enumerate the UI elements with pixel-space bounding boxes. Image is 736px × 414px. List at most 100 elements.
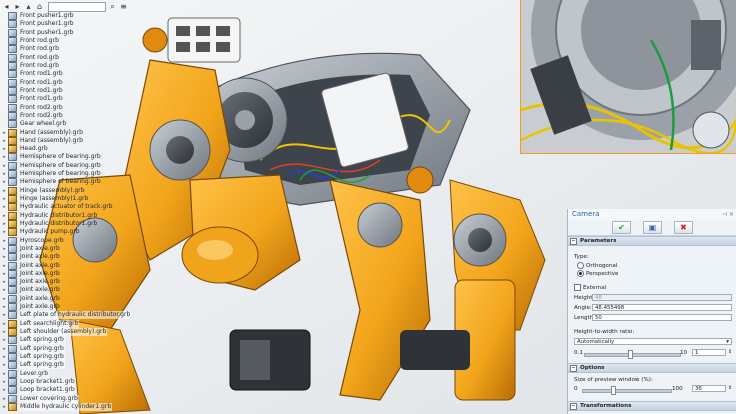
pin-icon[interactable]: ⊣ (722, 209, 727, 220)
tree-item[interactable]: Front rod2.grb (1, 111, 141, 120)
expand-icon[interactable]: ▸ (1, 353, 8, 361)
expand-icon[interactable]: ▸ (1, 153, 8, 161)
spinner-icon[interactable]: ⇕ (728, 349, 732, 355)
expand-icon[interactable]: ▸ (1, 345, 8, 353)
tree-item[interactable]: ▸ Hinge (assembly)1.grb (1, 195, 141, 204)
back-icon[interactable]: ◂ (2, 2, 11, 11)
home-icon[interactable]: ⌂ (35, 2, 44, 11)
tree-item[interactable]: ▸ Loop bracket1.grb (1, 386, 141, 395)
tree-item[interactable]: ▸ Left plate of hydraulic distributor.grb (1, 311, 141, 320)
tree-item[interactable]: ▸ Head.grb (1, 145, 141, 154)
tree-item[interactable]: Front pusher1.grb (1, 28, 141, 37)
tree-item[interactable]: ▸ Joint axle.grb (1, 278, 141, 287)
preview-button[interactable]: ▣ (643, 221, 662, 234)
ok-button[interactable]: ✔ (612, 221, 631, 234)
tree-item[interactable]: ▸ Hemisphere of bearing.grb (1, 153, 141, 162)
expand-icon[interactable]: ▸ (1, 178, 8, 186)
tree-item[interactable]: Front pusher1.grb (1, 20, 141, 29)
expand-icon[interactable]: ▸ (1, 286, 8, 294)
tree-item[interactable]: ▸ Hydraulic distributor1.grb (1, 211, 141, 220)
orthogonal-radio[interactable]: Orthogonal (577, 262, 617, 269)
tree-item[interactable]: Front pusher1.grb (1, 12, 141, 21)
tree-item[interactable]: ▸ Joint axle.grb (1, 294, 141, 303)
settings-icon[interactable]: ≡ (119, 2, 128, 11)
expand-icon[interactable]: ▸ (1, 129, 8, 137)
section-transformations[interactable]: − Transformations (568, 401, 736, 411)
close-icon[interactable]: × (729, 209, 734, 220)
size-slider[interactable] (582, 389, 672, 393)
tree-item[interactable]: Front rod1.grb (1, 78, 141, 87)
tree-item[interactable]: ▸ Lever.grb (1, 369, 141, 378)
expand-icon[interactable]: ▸ (1, 395, 8, 403)
tree-item[interactable]: Front rod.grb (1, 37, 141, 46)
tree-item[interactable]: ▸ Middle hydraulic cylinder1.grb (1, 402, 141, 411)
tree-item[interactable]: ▸ Joint axle.grb (1, 303, 141, 312)
tree-item[interactable]: Front rod2.grb (1, 103, 141, 112)
tree-item[interactable]: ▸ Left spring.grb (1, 344, 141, 353)
expand-icon[interactable]: ▸ (1, 320, 8, 328)
angle-field[interactable]: 48.455498 (592, 304, 732, 311)
tree-item[interactable]: ▸ Left spring.grb (1, 352, 141, 361)
tree-item[interactable]: ▸ Left spring.grb (1, 336, 141, 345)
tree-item[interactable]: ▸ Hand (assembly).grb (1, 128, 141, 137)
expand-icon[interactable]: ▸ (1, 195, 8, 203)
expand-icon[interactable]: ▸ (1, 203, 8, 211)
tree-item[interactable]: ▸ Hemisphere of bearing.grb (1, 178, 141, 187)
tree-item[interactable]: ▸ Left shoulder (assembly).grb (1, 328, 141, 337)
tree-item[interactable]: ▸ Joint axle.grb (1, 253, 141, 262)
external-checkbox[interactable]: External (574, 284, 606, 291)
detail-view[interactable] (520, 0, 736, 154)
height-field[interactable]: 48 (592, 294, 732, 301)
tree-item[interactable]: ▸ Left searchlight.grb (1, 319, 141, 328)
up-icon[interactable]: ▴ (24, 2, 33, 11)
size-field[interactable]: 36 (692, 385, 726, 392)
length-field[interactable]: 50 (592, 314, 732, 321)
expand-icon[interactable]: ▸ (1, 220, 8, 228)
tree-item[interactable]: ▸ Joint axle.grb (1, 286, 141, 295)
expand-icon[interactable]: ▸ (1, 378, 8, 386)
tree-item[interactable]: ▸ Hydraulic actuator of track.grb (1, 203, 141, 212)
expand-icon[interactable]: ▸ (1, 295, 8, 303)
expand-icon[interactable]: ▸ (1, 212, 8, 220)
tree-item[interactable]: Front rod.grb (1, 53, 141, 62)
tree-item[interactable]: ▸ Hydraulic distributor1.grb (1, 219, 141, 228)
expand-icon[interactable]: ▸ (1, 336, 8, 344)
tree-item[interactable]: ▸ Joint axle.grb (1, 244, 141, 253)
ratio-select[interactable]: Automatically ▾ (574, 338, 732, 345)
expand-icon[interactable]: ▸ (1, 170, 8, 178)
tree-item[interactable]: Front rod1.grb (1, 95, 141, 104)
expand-icon[interactable]: ▸ (1, 253, 8, 261)
expand-icon[interactable]: ▸ (1, 303, 8, 311)
tree-item[interactable]: ▸ Hydraulic pump.grb (1, 228, 141, 237)
tree-item[interactable]: ▸ Joint axle.grb (1, 269, 141, 278)
tree-item[interactable]: Front rod.grb (1, 62, 141, 71)
expand-icon[interactable]: ▸ (1, 278, 8, 286)
tree-item[interactable]: ▸ Hinge (assembly).grb (1, 186, 141, 195)
expand-icon[interactable]: ▸ (1, 403, 8, 411)
expand-icon[interactable]: ▸ (1, 311, 8, 319)
tree-item[interactable]: ▸ Hyroscope.grb (1, 236, 141, 245)
expand-icon[interactable]: ▸ (1, 162, 8, 170)
expand-icon[interactable]: ▸ (1, 262, 8, 270)
expand-icon[interactable]: ▸ (1, 361, 8, 369)
search-icon[interactable]: ⌕ (108, 2, 117, 11)
tree-filter-dropdown[interactable] (48, 1, 106, 12)
tree-item[interactable]: ▸ Loop bracket1.grb (1, 377, 141, 386)
spinner-icon[interactable]: ⇕ (728, 385, 732, 391)
cancel-button[interactable]: ✖ (674, 221, 693, 234)
forward-icon[interactable]: ▸ (13, 2, 22, 11)
perspective-radio[interactable]: Perspective (577, 270, 618, 277)
tree-item[interactable]: Gear wheel.grb (1, 120, 141, 129)
section-options[interactable]: − Options (568, 363, 736, 373)
tree-item[interactable]: ▸ Left spring.grb (1, 361, 141, 370)
tree-item[interactable]: ▸ Joint axle.grb (1, 261, 141, 270)
ratio-slider-thumb[interactable] (628, 350, 633, 359)
expand-icon[interactable]: ▸ (1, 245, 8, 253)
expand-icon[interactable]: ▸ (1, 328, 8, 336)
expand-icon[interactable]: ▸ (1, 386, 8, 394)
expand-icon[interactable]: ▸ (1, 228, 8, 236)
expand-icon[interactable]: ▸ (1, 137, 8, 145)
tree-item[interactable]: Front rod1.grb (1, 70, 141, 79)
expand-icon[interactable]: ▸ (1, 145, 8, 153)
expand-icon[interactable]: ▸ (1, 370, 8, 378)
